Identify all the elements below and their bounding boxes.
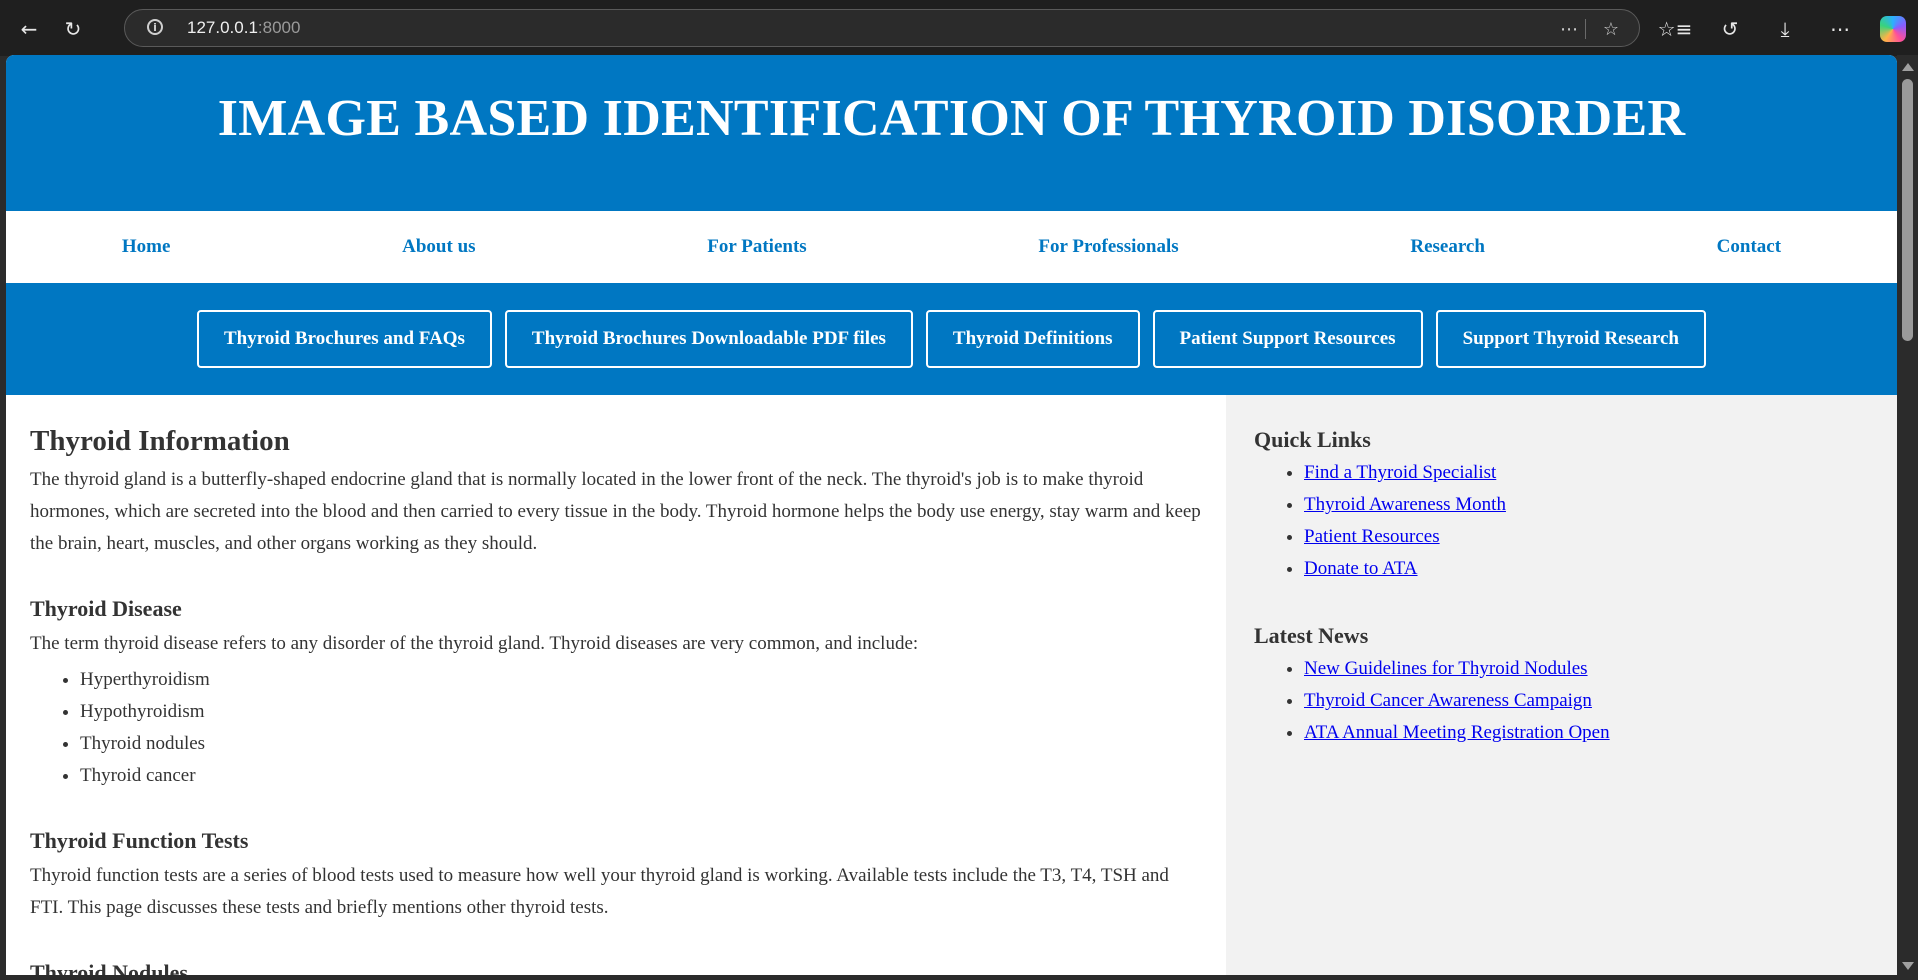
news-link-cancer-campaign[interactable]: Thyroid Cancer Awareness Campaign <box>1304 690 1592 711</box>
main-content: Thyroid Information The thyroid gland is… <box>6 395 1226 975</box>
list-item: Donate to ATA <box>1304 553 1869 585</box>
link-patient-resources[interactable]: Patient Resources <box>1304 526 1440 547</box>
brochures-faqs-button[interactable]: Thyroid Brochures and FAQs <box>197 310 492 368</box>
news-link-guidelines[interactable]: New Guidelines for Thyroid Nodules <box>1304 658 1588 679</box>
page-title: Thyroid Information <box>30 425 290 457</box>
more-menu-icon[interactable]: ⋯ <box>1823 12 1857 46</box>
main-nav: Home About us For Patients For Professio… <box>6 211 1897 283</box>
definitions-button[interactable]: Thyroid Definitions <box>925 310 1140 368</box>
intro-paragraph: The thyroid gland is a butterfly-shaped … <box>30 469 1201 554</box>
latest-news-heading: Latest News <box>1254 623 1369 648</box>
refresh-icon[interactable]: ↻ <box>56 12 90 46</box>
quick-links-list: Find a Thyroid Specialist Thyroid Awaren… <box>1254 457 1869 585</box>
download-icon[interactable]: ⤓ <box>1768 12 1802 46</box>
list-item: ATA Annual Meeting Registration Open <box>1304 717 1869 749</box>
list-item: Patient Resources <box>1304 521 1869 553</box>
list-item: Hypothyroidism <box>80 696 1206 728</box>
favorite-star-icon[interactable]: ☆ <box>1599 17 1623 41</box>
sidebar: Quick Links Find a Thyroid Specialist Th… <box>1226 395 1897 975</box>
scroll-down-arrow-icon[interactable] <box>1902 962 1914 970</box>
tests-heading: Thyroid Function Tests <box>30 828 249 853</box>
disease-list: Hyperthyroidism Hypothyroidism Thyroid n… <box>30 664 1206 792</box>
link-donate[interactable]: Donate to ATA <box>1304 558 1418 579</box>
list-item: Thyroid cancer <box>80 760 1206 792</box>
list-item: Thyroid Awareness Month <box>1304 489 1869 521</box>
nav-contact[interactable]: Contact <box>1717 236 1781 258</box>
back-arrow-icon[interactable]: ← <box>12 12 46 46</box>
address-divider <box>1585 19 1586 39</box>
url-port: :8000 <box>257 18 301 37</box>
copilot-icon[interactable] <box>1880 16 1906 42</box>
list-item: Find a Thyroid Specialist <box>1304 457 1869 489</box>
disease-paragraph: The term thyroid disease refers to any d… <box>30 633 919 654</box>
patient-support-button[interactable]: Patient Support Resources <box>1152 310 1423 368</box>
nav-about-us[interactable]: About us <box>402 236 475 258</box>
nodules-heading: Thyroid Nodules <box>30 960 188 975</box>
news-list: New Guidelines for Thyroid Nodules Thyro… <box>1254 653 1869 749</box>
quick-links-heading: Quick Links <box>1254 427 1371 452</box>
list-item: Thyroid nodules <box>80 728 1206 760</box>
page-scrollbar[interactable] <box>1897 55 1918 980</box>
list-item: Thyroid Cancer Awareness Campaign <box>1304 685 1869 717</box>
list-item: New Guidelines for Thyroid Nodules <box>1304 653 1869 685</box>
favorites-list-icon[interactable]: ☆≡ <box>1658 12 1693 46</box>
list-item: Hyperthyroidism <box>80 664 1206 696</box>
history-icon[interactable]: ↺ <box>1713 12 1747 46</box>
link-awareness-month[interactable]: Thyroid Awareness Month <box>1304 494 1506 515</box>
url-host: 127.0.0.1 <box>187 18 258 37</box>
site-header: IMAGE BASED IDENTIFICATION OF THYROID DI… <box>6 55 1897 211</box>
support-research-button[interactable]: Support Thyroid Research <box>1435 310 1706 368</box>
tests-paragraph: Thyroid function tests are a series of b… <box>30 865 1169 918</box>
reading-mode-icon[interactable]: ⋯ <box>1557 17 1581 41</box>
site-title: IMAGE BASED IDENTIFICATION OF THYROID DI… <box>217 90 1686 147</box>
content-area: Thyroid Information The thyroid gland is… <box>6 395 1897 975</box>
scroll-thumb[interactable] <box>1902 79 1913 341</box>
scroll-up-arrow-icon[interactable] <box>1902 63 1914 71</box>
browser-toolbar: ← ↻ i 127.0.0.1:8000 ⋯ ☆ ☆≡ ↺ ⤓ ⋯ <box>0 0 1918 56</box>
page-viewport: IMAGE BASED IDENTIFICATION OF THYROID DI… <box>6 55 1897 975</box>
info-icon[interactable]: i <box>147 19 163 35</box>
link-find-specialist[interactable]: Find a Thyroid Specialist <box>1304 462 1496 483</box>
sub-nav: Thyroid Brochures and FAQs Thyroid Broch… <box>6 283 1897 395</box>
address-bar[interactable]: i 127.0.0.1:8000 ⋯ ☆ <box>124 9 1640 47</box>
nav-home[interactable]: Home <box>122 236 171 258</box>
nav-for-professionals[interactable]: For Professionals <box>1038 236 1178 258</box>
url-text[interactable]: 127.0.0.1:8000 <box>187 18 300 38</box>
news-link-annual-meeting[interactable]: ATA Annual Meeting Registration Open <box>1304 722 1610 743</box>
nav-for-patients[interactable]: For Patients <box>707 236 806 258</box>
nav-research[interactable]: Research <box>1410 236 1485 258</box>
disease-heading: Thyroid Disease <box>30 596 182 621</box>
brochures-pdf-button[interactable]: Thyroid Brochures Downloadable PDF files <box>504 310 913 368</box>
